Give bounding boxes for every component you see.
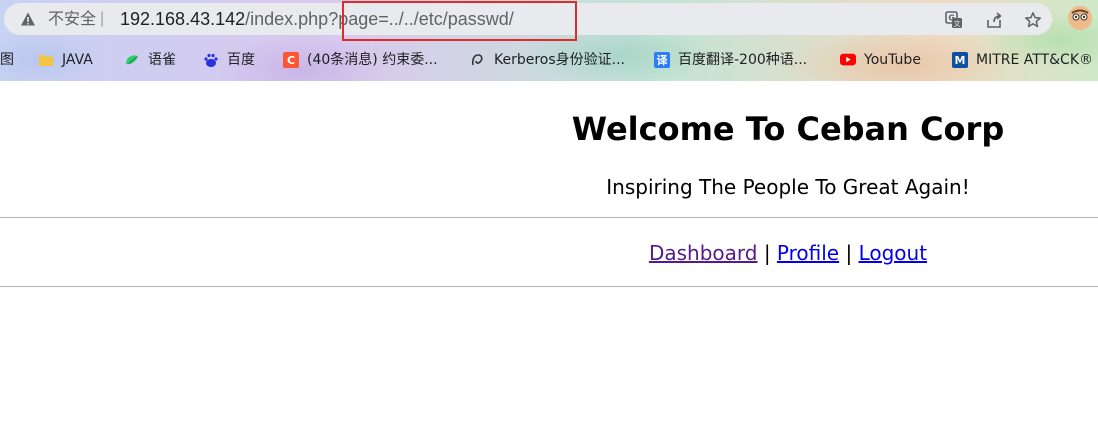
bookmark-mitre[interactable]: M MITRE ATT&CK® (952, 50, 1093, 70)
url-query: page=../../etc/passwd/ (338, 9, 514, 29)
bookmark-csdn[interactable]: C (40条消息) 约束委... (283, 50, 438, 70)
bookmark-kerberos[interactable]: Kerberos身份验证... (470, 50, 625, 70)
nav-profile-link[interactable]: Profile (777, 241, 839, 265)
bookmark-label: 百度翻译-200种语... (678, 52, 808, 68)
bookmark-youtube[interactable]: YouTube (840, 50, 921, 70)
url-text[interactable]: 192.168.43.142/index.php?page=../../etc/… (120, 9, 514, 29)
page-subtitle: Inspiring The People To Great Again! (606, 175, 970, 199)
address-bar[interactable]: 不安全 | 192.168.43.142/index.php?page=../.… (4, 1, 1052, 41)
divider-top (0, 217, 1098, 218)
profile-avatar[interactable] (1068, 6, 1092, 30)
mitre-icon: M (952, 52, 968, 68)
baidu-icon (203, 52, 219, 68)
url-host: 192.168.43.142 (120, 9, 246, 29)
bookmark-star-icon[interactable] (1023, 10, 1043, 30)
translate-icon[interactable]: G 文 (944, 10, 964, 30)
folder-icon (38, 52, 54, 68)
bookmarks-bar: 图 JAVA 语雀 百度 C (40条消息) 约束委... Kerberos身份… (0, 44, 1098, 74)
csdn-icon: C (283, 52, 299, 68)
nav-separator: | (845, 241, 853, 265)
bookmark-yuque[interactable]: 语雀 (124, 50, 176, 70)
url-separator: | (100, 10, 105, 27)
not-secure-label[interactable]: 不安全 (48, 11, 96, 27)
browser-chrome: 不安全 | 192.168.43.142/index.php?page=../.… (0, 0, 1098, 81)
bookmark-label: YouTube (864, 52, 921, 68)
bookmark-label: 图 (0, 52, 14, 68)
youtube-icon (840, 52, 856, 68)
yuque-icon (124, 52, 140, 68)
nav-separator: | (763, 241, 771, 265)
svg-text:文: 文 (954, 19, 961, 28)
bookmark-label: JAVA (62, 52, 93, 68)
bookmark-images[interactable]: 图 (0, 50, 14, 70)
page-content: Welcome To Ceban Corp Inspiring The Peop… (0, 81, 1098, 424)
warning-icon[interactable] (20, 11, 36, 27)
bookmark-label: (40条消息) 约束委... (307, 52, 438, 68)
bookmark-label: MITRE ATT&CK® (976, 52, 1094, 68)
page-title: Welcome To Ceban Corp (571, 110, 1005, 148)
share-icon[interactable] (984, 10, 1004, 30)
url-path: /index.php? (245, 9, 339, 29)
bookmark-label: 百度 (227, 52, 255, 68)
baidu-translate-icon: 译 (654, 52, 670, 68)
bookmark-baidu-translate[interactable]: 译 百度翻译-200种语... (654, 50, 807, 70)
bookmark-java[interactable]: JAVA (38, 50, 93, 70)
bookmark-label: Kerberos身份验证... (494, 52, 626, 68)
divider-bottom (0, 286, 1098, 287)
kerberos-icon (470, 52, 486, 68)
nav-logout-link[interactable]: Logout (859, 241, 927, 265)
main-nav: Dashboard | Profile | Logout (0, 241, 1098, 265)
bookmark-label: 语雀 (148, 52, 176, 68)
bookmark-baidu[interactable]: 百度 (203, 50, 255, 70)
nav-dashboard-link[interactable]: Dashboard (649, 241, 758, 265)
